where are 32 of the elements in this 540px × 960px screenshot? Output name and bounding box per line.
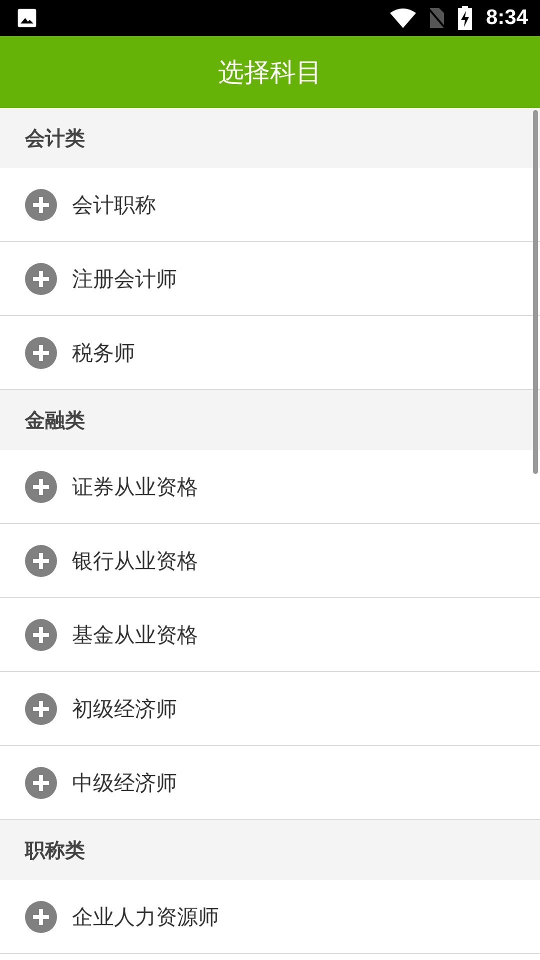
image-icon	[16, 7, 38, 29]
subject-label: 初级经济师	[72, 696, 177, 722]
subject-label: 会计职称	[72, 192, 156, 218]
section-title: 会计类	[25, 124, 85, 152]
plus-icon	[25, 336, 57, 368]
subject-label: 企业人力资源师	[72, 904, 219, 930]
subject-item[interactable]: 企业人力资源师	[0, 880, 540, 954]
subject-label: 证券从业资格	[72, 474, 198, 500]
subject-label: 税务师	[72, 340, 135, 366]
subject-item[interactable]: 银行从业资格	[0, 524, 540, 598]
plus-icon	[25, 544, 57, 576]
subject-item[interactable]: 初级经济师	[0, 672, 540, 746]
wifi-icon	[390, 8, 416, 28]
clock-time: 8:34	[486, 6, 528, 30]
section-title: 职称类	[25, 836, 85, 864]
subject-item[interactable]: 证券从业资格	[0, 450, 540, 524]
subject-label: 中级经济师	[72, 770, 177, 796]
battery-charging-icon	[458, 6, 472, 30]
plus-icon	[25, 470, 57, 502]
plus-icon	[25, 766, 57, 798]
plus-icon	[25, 692, 57, 724]
plus-icon	[25, 188, 57, 220]
plus-icon	[25, 262, 57, 294]
plus-icon	[25, 618, 57, 650]
page-title: 选择科目	[218, 56, 322, 90]
subject-item[interactable]: 基金从业资格	[0, 598, 540, 672]
subject-label: 注册会计师	[72, 266, 177, 292]
no-sim-icon	[428, 7, 446, 29]
subject-label: 银行从业资格	[72, 548, 198, 574]
subject-label: 基金从业资格	[72, 622, 198, 648]
section-title: 金融类	[25, 406, 85, 434]
plus-icon	[25, 900, 57, 932]
